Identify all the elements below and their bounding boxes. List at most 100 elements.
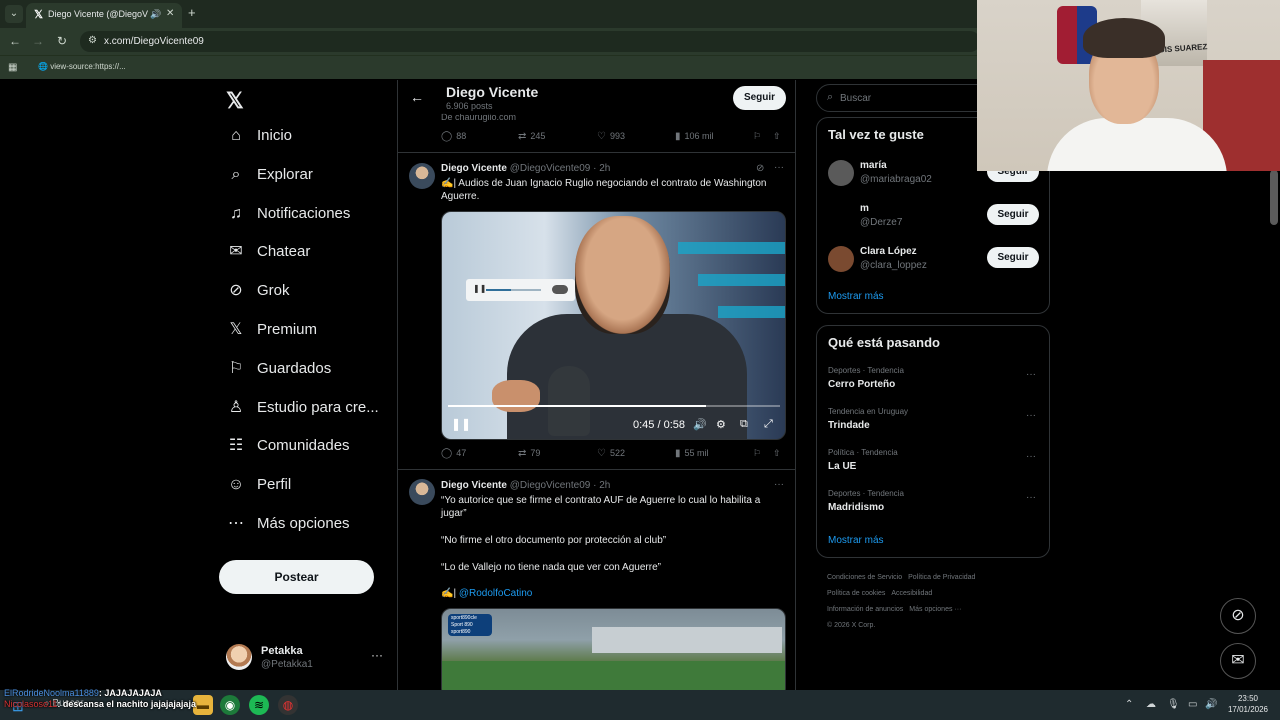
reply-button[interactable]: ◯ 47 (441, 448, 466, 459)
fullscreen-icon[interactable]: ⤢ (764, 418, 773, 431)
search-input[interactable]: ⌕ Buscar (816, 84, 996, 112)
footer-link[interactable]: Más opciones ··· (909, 606, 961, 613)
share-icon[interactable]: ⇧ (773, 448, 781, 459)
new-tab-icon[interactable]: + (188, 6, 196, 20)
video-audio-overlay: ❚❚ (466, 279, 575, 301)
more-dots-icon[interactable]: ··· (1026, 369, 1036, 380)
trend-name: Trindade (828, 420, 870, 431)
trend-item[interactable]: Política · Tendencia La UE ··· (828, 448, 1040, 478)
messages-fab-icon[interactable]: ✉ (1220, 643, 1256, 679)
audio-playing-icon[interactable]: 🔊 (150, 9, 161, 20)
sidebar-item-inicio[interactable]: ⌂ Inicio (226, 124, 391, 152)
footer-link[interactable]: Política de cookies (827, 590, 885, 597)
video-progress-bar[interactable] (448, 405, 780, 407)
more-dots-icon[interactable]: ··· (1026, 451, 1036, 462)
settings-icon[interactable]: ⚙ (716, 418, 726, 431)
footer-link[interactable]: Política de Privacidad (908, 574, 975, 581)
footer-link[interactable]: Accesibilidad (891, 590, 932, 597)
bookmark-item[interactable]: 🌐 view-source:https://... (38, 62, 126, 71)
trend-item[interactable]: Deportes · Tendencia Madridismo ··· (828, 489, 1040, 519)
repost-button[interactable]: ⇄ 245 (518, 131, 545, 142)
like-button[interactable]: ♡ 993 (597, 131, 625, 142)
speaker-icon[interactable]: 🔊 (1205, 699, 1217, 710)
show-more-link[interactable]: Mostrar más (828, 291, 884, 302)
network-icon[interactable]: ▭ (1188, 699, 1197, 710)
url-text: x.com/DiegoVicente09 (104, 36, 204, 47)
reply-button[interactable]: ◯ 88 (441, 131, 466, 142)
show-more-link[interactable]: Mostrar más (828, 535, 884, 546)
apps-grid-icon[interactable]: ▦ (8, 62, 17, 73)
repost-button[interactable]: ⇄ 79 (518, 448, 540, 459)
more-dots-icon[interactable]: ··· (774, 479, 784, 490)
tweet-text: “No firme el otro documento por protecci… (441, 535, 667, 546)
tweet-text: “Lo de Vallejo no tiene nada que ver con… (441, 562, 661, 573)
avatar[interactable] (409, 163, 435, 189)
post-button[interactable]: Postear (219, 560, 374, 594)
sidebar-item-grok[interactable]: ⊘ Grok (226, 279, 391, 307)
suggested-account[interactable]: m @Derze7 Seguir (828, 201, 1040, 237)
tweet-author[interactable]: Diego Vicente @DiegoVicente09 · 2h (441, 163, 610, 174)
reload-icon[interactable]: ↻ (55, 34, 69, 48)
sidebar-item-explorar[interactable]: ⌕ Explorar (226, 163, 391, 191)
bookmark-icon[interactable]: ⚐ (753, 448, 761, 459)
forward-icon[interactable]: → (31, 34, 45, 48)
volume-icon[interactable]: 🔊 (693, 418, 707, 431)
suggested-account[interactable]: Clara López @clara_loppez Seguir (828, 244, 1040, 280)
back-arrow-icon[interactable]: ← (410, 89, 424, 105)
webcam-person (1047, 118, 1227, 171)
video-player[interactable]: ❚❚ ❚❚ 0:45 / 0:58 🔊 ⚙ ⧉ ⤢ (441, 211, 786, 440)
account-name: m (860, 203, 869, 214)
sidebar-item-perfil[interactable]: ☺ Perfil (226, 473, 391, 501)
more-dots-icon[interactable]: ··· (1026, 492, 1036, 503)
sidebar-item-guardados[interactable]: ⚐ Guardados (226, 357, 391, 385)
microphone-icon[interactable]: 🎙 (1167, 699, 1180, 710)
account-switcher[interactable]: Petakka @Petakka1 ··· (226, 642, 391, 674)
spotify-icon[interactable]: ≋ (249, 695, 269, 715)
follow-button[interactable]: Seguir (733, 86, 786, 110)
url-field[interactable]: ⚙ x.com/DiegoVicente09 (80, 31, 980, 52)
follow-button[interactable]: Seguir (987, 204, 1039, 225)
x-logo-icon[interactable]: 𝕏 (226, 88, 244, 114)
sidebar-item-comunidades[interactable]: ☷ Comunidades (226, 434, 391, 462)
grok-fab-icon[interactable]: ⊘ (1220, 598, 1256, 634)
chat-message: ElRodrideNoolma11889: JAJAJAJAJA (4, 688, 244, 699)
sidebar-item-notificaciones[interactable]: ♫ Notificaciones (226, 202, 391, 230)
more-dots-icon[interactable]: ··· (774, 162, 784, 173)
video-player[interactable]: sport890cle Sport 890 sport890 (441, 608, 786, 690)
video-microphone (548, 366, 590, 436)
pause-icon[interactable]: ❚❚ (451, 417, 471, 431)
views-button[interactable]: ▮ 106 mil (675, 131, 714, 142)
tweet-author[interactable]: Diego Vicente @DiegoVicente09 · 2h (441, 480, 610, 491)
follow-button[interactable]: Seguir (987, 247, 1039, 268)
footer-link[interactable]: Condiciones de Servicio (827, 574, 902, 581)
grok-icon[interactable]: ⊘ (756, 163, 764, 174)
bookmark-icon[interactable]: ⚐ (753, 131, 761, 142)
site-info-icon[interactable]: ⚙ (88, 35, 97, 46)
back-icon[interactable]: ← (8, 34, 22, 48)
browser-tab[interactable]: 𝕏 Diego Vicente (@DiegoVicente09) 🔊 ✕ (26, 3, 182, 28)
like-button[interactable]: ♡ 522 (597, 448, 625, 459)
avatar[interactable] (409, 479, 435, 505)
pip-icon[interactable]: ⧉ (740, 418, 748, 431)
scrollbar[interactable] (1270, 170, 1278, 225)
views-button[interactable]: ▮ 55 mil (675, 448, 709, 459)
tray-chevron-icon[interactable]: ⌃ (1125, 699, 1133, 710)
sidebar-item-chatear[interactable]: ✉ Chatear (226, 240, 391, 268)
clock[interactable]: 23:50 17/01/2026 (1225, 693, 1271, 715)
sidebar-item-más-opciones[interactable]: ⋯ Más opciones (226, 512, 391, 540)
tab-search-button[interactable]: ⌄ (5, 5, 23, 23)
sidebar-item-premium[interactable]: 𝕏 Premium (226, 318, 391, 346)
more-dots-icon[interactable]: ··· (371, 648, 383, 662)
sidebar-item-estudio-para-cre[interactable]: ♙ Estudio para cre... (226, 396, 391, 424)
trend-category: Tendencia en Uruguay (828, 407, 909, 416)
more-dots-icon[interactable]: ··· (1026, 410, 1036, 421)
webcam-overlay: LUIS SUAREZ (977, 0, 1280, 171)
footer-link[interactable]: Información de anuncios (827, 606, 903, 613)
tray-app-icon[interactable]: ☁ (1146, 699, 1156, 710)
tab-close-icon[interactable]: ✕ (166, 8, 174, 19)
app-icon[interactable]: ◍ (278, 695, 298, 715)
trend-item[interactable]: Tendencia en Uruguay Trindade ··· (828, 407, 1040, 437)
mention-link[interactable]: @RodolfoCatino (459, 588, 533, 599)
trend-item[interactable]: Deportes · Tendencia Cerro Porteño ··· (828, 366, 1040, 396)
share-icon[interactable]: ⇧ (773, 131, 781, 142)
